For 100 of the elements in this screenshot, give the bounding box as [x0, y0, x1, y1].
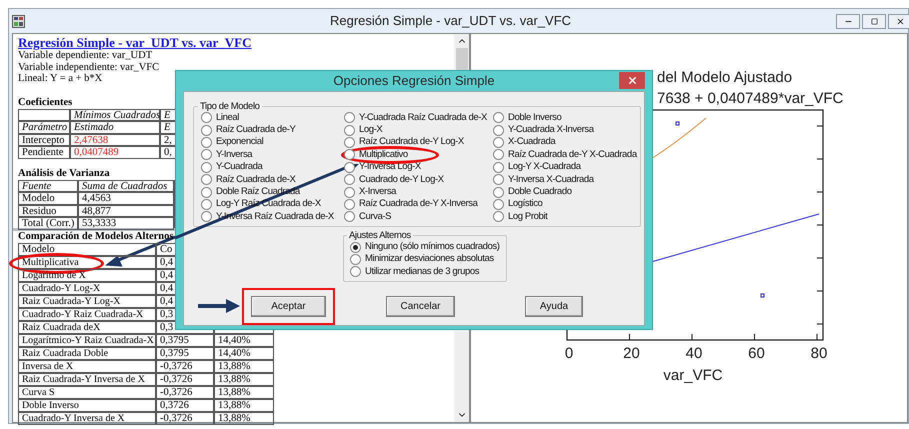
- radio-button[interactable]: [493, 186, 504, 198]
- x-tick-label: 20: [623, 345, 640, 362]
- radio-button[interactable]: [201, 149, 212, 160]
- radio-option[interactable]: Multiplicativo: [344, 148, 408, 162]
- radio-option[interactable]: Exponencial: [201, 136, 264, 149]
- radio-button[interactable]: [201, 162, 212, 173]
- radio-option[interactable]: Ninguno (sólo mínimos cuadrados): [350, 241, 500, 254]
- table-cell: Intercepto: [18, 134, 70, 146]
- report-heading[interactable]: Regresión Simple - var_UDT vs. var_VFC: [18, 36, 252, 50]
- dialog-button[interactable]: Aceptar: [251, 296, 326, 317]
- data-point: [760, 294, 764, 298]
- radio-button[interactable]: [344, 186, 355, 198]
- radio-button[interactable]: [344, 211, 355, 222]
- radio-button[interactable]: [201, 136, 212, 148]
- radio-option[interactable]: Y-Cuadrada X-Inversa: [493, 124, 594, 136]
- report-line: Variable dependiente: var_UDT: [18, 50, 152, 62]
- table-cell: Logarítmico-Y Raiz Cuadrada-X: [18, 334, 156, 347]
- radio-button[interactable]: [344, 124, 355, 136]
- table-cell: -0,3726: [156, 360, 214, 373]
- table-cell: 2,47638: [70, 134, 160, 146]
- radio-option[interactable]: Cuadrado de-Y Log-X: [344, 173, 444, 186]
- radio-button[interactable]: [493, 149, 504, 160]
- radio-option[interactable]: Y-Inversa Log-X: [344, 161, 421, 174]
- table-cell: Total (Corr.): [18, 217, 78, 230]
- radio-button[interactable]: [493, 112, 504, 124]
- radio-button[interactable]: [350, 266, 361, 278]
- table-cell: Cuadrado-Y Inversa de X: [18, 412, 156, 425]
- radio-option[interactable]: Raíz Cuadrada de-Y X-Cuadrada: [493, 148, 637, 162]
- table-cell: Cuadrado-Y Raiz Cuadrada-X: [18, 308, 156, 321]
- report-line: Lineal: Y = a + b*X: [18, 73, 102, 84]
- column-header: Estimado: [70, 121, 160, 134]
- radio-option[interactable]: X-Cuadrada: [493, 136, 556, 149]
- radio-button[interactable]: [344, 162, 355, 173]
- radio-option[interactable]: Minimizar desviaciones absolutas: [350, 253, 500, 266]
- radio-option[interactable]: Raíz Cuadrada de-Y Log-X: [344, 136, 464, 149]
- radio-option[interactable]: Curva-S: [344, 210, 392, 224]
- dialog-button[interactable]: Ayuda: [525, 296, 583, 317]
- section-title: Coeficientes: [18, 96, 72, 108]
- table-cell: 13,88%: [214, 412, 274, 425]
- radio-button[interactable]: [201, 198, 212, 210]
- table-cell: 0,3795: [156, 347, 214, 360]
- radio-option[interactable]: X-Inversa: [344, 186, 396, 198]
- radio-option[interactable]: Raíz Cuadrada de-Y X-Inversa: [344, 198, 478, 211]
- radio-option[interactable]: Y-Cuadrada: [201, 161, 262, 174]
- radio-option[interactable]: Y-Inversa: [201, 148, 252, 162]
- radio-button[interactable]: [201, 186, 212, 198]
- radio-option[interactable]: Logístico: [493, 198, 542, 211]
- table-cell: Raiz Cuadrada-Y Log-X: [18, 295, 156, 308]
- chart-title: del Modelo Ajustado: [657, 69, 792, 87]
- radio-button[interactable]: [344, 174, 355, 186]
- radio-button[interactable]: [344, 136, 355, 148]
- radio-button[interactable]: [493, 124, 504, 136]
- radio-option[interactable]: Doble Cuadrado: [493, 186, 572, 198]
- radio-button[interactable]: [201, 112, 212, 124]
- column-header: Suma de Cuadrados: [78, 180, 174, 192]
- radio-option[interactable]: Raíz Cuadrada de-X: [201, 173, 296, 186]
- table-cell: 13,88%: [214, 360, 274, 373]
- x-tick-label: 60: [748, 345, 765, 362]
- radio-button[interactable]: [344, 149, 355, 160]
- radio-option[interactable]: Y-Cuadrada Raíz Cuadrada de-X: [344, 112, 487, 124]
- table-cell: Logaritmo de X: [18, 269, 156, 282]
- radio-option[interactable]: Log Probit: [493, 210, 548, 224]
- radio-option[interactable]: Lineal: [201, 112, 239, 124]
- group-label: Tipo de Modelo: [199, 100, 261, 112]
- radio-button[interactable]: [201, 211, 212, 222]
- dialog-button[interactable]: Cancelar: [386, 296, 455, 317]
- close-icon: [626, 75, 638, 86]
- radio-option[interactable]: Doble Inverso: [493, 112, 562, 124]
- radio-button[interactable]: [344, 198, 355, 210]
- close-button[interactable]: [888, 14, 909, 28]
- radio-option[interactable]: Y-Inversa X-Cuadrada: [493, 173, 594, 186]
- radio-button[interactable]: [493, 162, 504, 173]
- radio-button[interactable]: [344, 112, 355, 124]
- x-tick-label: 40: [686, 345, 702, 362]
- radio-option[interactable]: Log-X: [344, 124, 382, 136]
- table-cell: -0,3726: [156, 373, 214, 386]
- report-line: Variable independiente: var_VFC: [18, 62, 160, 73]
- radio-button[interactable]: [201, 174, 212, 186]
- dialog-title: Opciones Regresión Simple: [333, 72, 495, 90]
- radio-button[interactable]: [350, 242, 361, 253]
- radio-button[interactable]: [493, 174, 504, 186]
- radio-option[interactable]: Raíz Cuadrada de-Y: [201, 124, 296, 136]
- radio-button[interactable]: [493, 136, 504, 148]
- group-label: Ajustes Alternos: [348, 230, 412, 242]
- close-button[interactable]: [619, 72, 645, 89]
- radio-button[interactable]: [493, 198, 504, 210]
- radio-button[interactable]: [493, 211, 504, 222]
- table-cell: 4,4563: [78, 192, 174, 204]
- table-cell: 13,88%: [214, 386, 274, 399]
- table-cell: 14,40%: [214, 347, 274, 360]
- radio-option[interactable]: Log-Y X-Cuadrada: [493, 161, 581, 174]
- table-cell: 14,40%: [214, 334, 274, 347]
- radio-button[interactable]: [201, 124, 212, 136]
- restore-button[interactable]: [862, 14, 886, 28]
- window-title: Regresión Simple - var_UDT vs. var_VFC: [330, 12, 572, 30]
- x-axis-label: var_VFC: [663, 367, 723, 384]
- radio-button[interactable]: [350, 254, 361, 265]
- table-cell: Residuo: [18, 204, 78, 217]
- table-cell: Inversa de X: [18, 360, 156, 373]
- radio-option[interactable]: Utilizar medianas de 3 grupos: [350, 266, 500, 278]
